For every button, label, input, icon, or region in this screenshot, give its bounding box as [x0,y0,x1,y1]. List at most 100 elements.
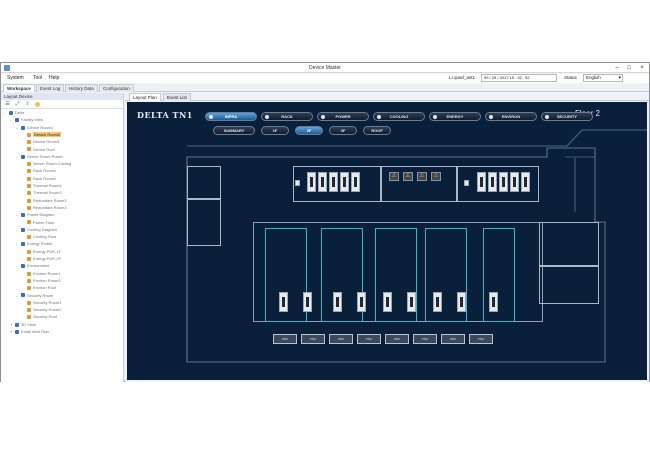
tree-node[interactable]: - Server Room Power [16,154,63,160]
expand-toggle-icon[interactable]: - [16,227,20,233]
tab-configuration[interactable]: Configuration [99,84,134,92]
menu-help[interactable]: Help [49,75,59,81]
tree-node-label: Energy Profile [27,241,53,247]
tree-node[interactable]: Environ Roof [22,285,56,291]
tree-node[interactable]: Environ Room1 [22,271,61,277]
expand-icon[interactable]: ⤢ [15,102,20,107]
menu-tool[interactable]: Tool [33,75,42,81]
rack-unit[interactable] [383,292,392,312]
tree-node[interactable]: Redundant Room2 [22,198,67,204]
rack-unit[interactable] [329,172,338,192]
tree-node[interactable]: - Environment [16,263,49,269]
rack-unit[interactable] [477,172,486,192]
tree-node-label: Redundant Room2 [33,197,67,203]
maximize-icon[interactable]: □ [623,63,635,73]
alarm-warning-icon[interactable]: ⚠ [389,172,399,181]
tree-node[interactable]: +3D View [10,322,36,328]
pdu-unit[interactable]: PDU [385,334,409,344]
tab-event-log[interactable]: Event Log [36,84,65,92]
pdu-unit[interactable]: PDU [413,334,437,344]
expand-toggle-icon[interactable]: - [16,154,20,160]
tree-node[interactable]: Device Roof [22,147,55,153]
pdu-unit[interactable]: PDU [469,334,493,344]
rack-unit[interactable] [307,172,316,192]
tree-node[interactable]: Thermal Room1 [22,183,62,189]
tree-node[interactable]: Energy PUE-2F [22,256,61,262]
sensor-tag[interactable] [295,180,300,186]
tree-node[interactable]: Cooling Flow [22,234,56,240]
tree-node[interactable]: Power Flow [22,220,54,226]
tree-node[interactable]: Rack Room1 [22,168,56,174]
sensor-tag[interactable] [464,180,469,186]
folder-icon [9,110,13,115]
pdu-unit[interactable]: PDU [273,334,297,344]
pdu-unit[interactable]: PDU [357,334,381,344]
upload-icon[interactable]: ⇧ [25,102,30,107]
expand-toggle-icon[interactable]: - [16,263,20,269]
rack-unit[interactable] [340,172,349,192]
minimize-icon[interactable]: – [611,63,623,73]
alarm-warning-icon[interactable]: ⚠ [417,172,427,181]
tree-node[interactable]: - Facility View [10,117,43,123]
rack-unit[interactable] [499,172,508,192]
tab-history-data[interactable]: History Data [65,84,98,92]
rack-unit[interactable] [357,292,366,312]
refresh-icon[interactable] [35,102,40,107]
tab-workspace[interactable]: Workspace [3,84,35,92]
panel-toolbar: ☰ ⤢ ⇧ [1,100,123,109]
workspace-tabs: Layout Plan Event List [125,93,649,101]
rack-unit[interactable] [521,172,530,192]
tree-node[interactable]: Redundant Room3 [22,205,67,211]
tree-node[interactable]: - Cooling Diagram [16,227,57,233]
tab-event-list[interactable]: Event List [163,93,191,101]
expand-toggle-icon[interactable]: - [16,125,20,131]
close-icon[interactable]: × [636,63,648,73]
language-select[interactable]: English [583,74,623,82]
menu-system[interactable]: System [7,75,24,81]
tree-node[interactable]: + Email Alert Rule [10,329,49,335]
tree-node[interactable]: - Device Room1 [16,125,53,131]
pdu-unit[interactable]: PDU [329,334,353,344]
expand-toggle-icon[interactable]: - [16,241,20,247]
rack-unit[interactable] [303,292,312,312]
tree-node[interactable]: - Delta [4,110,24,116]
page-icon [27,140,31,145]
tree-node[interactable]: Environ Room2 [22,278,61,284]
date-field[interactable]: 09 / 25 / 2017 15 : 32 : 52 [481,74,557,82]
rack-unit[interactable] [489,292,498,312]
rack-unit[interactable] [433,292,442,312]
pdu-unit[interactable]: PDU [301,334,325,344]
tree-node[interactable]: Device Room2 [22,131,62,138]
tree-node[interactable]: - Energy Profile [16,241,52,247]
page-icon [27,183,31,188]
rack-unit[interactable] [407,292,416,312]
alarm-warning-icon[interactable]: ⚠ [403,172,413,181]
tree-node[interactable]: Rack Room2 [22,176,56,182]
tree-node[interactable]: Thermal Room2 [22,190,62,196]
rack-unit[interactable] [510,172,519,192]
tree-node[interactable]: Server Room Cooling [22,161,71,167]
tree-node[interactable]: - Security Room [16,293,53,299]
pdu-unit[interactable]: PDU [441,334,465,344]
expand-toggle-icon[interactable]: + [10,322,14,328]
expand-toggle-icon[interactable]: - [10,117,14,123]
rack-unit[interactable] [457,292,466,312]
alarm-warning-icon[interactable]: ⚠ [431,172,441,181]
expand-toggle-icon[interactable]: - [4,110,8,116]
expand-toggle-icon[interactable]: + [10,329,14,335]
rack-unit[interactable] [333,292,342,312]
rack-unit[interactable] [318,172,327,192]
tree-node[interactable]: - Power Diagram [16,212,55,218]
list-icon[interactable]: ☰ [5,102,10,107]
rack-unit[interactable] [488,172,497,192]
tree-node[interactable]: Energy PUE-1F [22,249,61,255]
rack-unit[interactable] [279,292,288,312]
tree-node[interactable]: Device Room3 [22,139,59,145]
rack-unit[interactable] [351,172,360,192]
tab-layout-plan[interactable]: Layout Plan [129,93,161,101]
tree-node[interactable]: Security Room1 [22,300,61,306]
expand-toggle-icon[interactable]: - [16,212,20,218]
expand-toggle-icon[interactable]: - [16,293,20,299]
tree-node[interactable]: Security Room2 [22,307,61,313]
tree-node[interactable]: Security Roof [22,314,57,320]
